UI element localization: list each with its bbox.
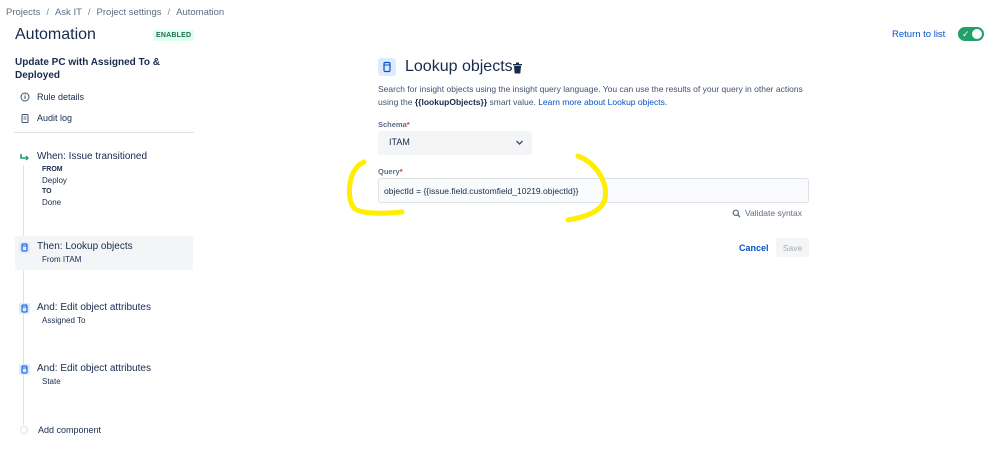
- schema-label: Schema*: [378, 120, 410, 129]
- rule-details-link[interactable]: Rule details: [20, 92, 84, 102]
- insight-object-icon: [19, 364, 30, 375]
- add-component-label: Add component: [38, 425, 102, 435]
- audit-log-link[interactable]: Audit log: [20, 113, 72, 123]
- step-detail: Done: [42, 198, 62, 207]
- step-edit-object-state[interactable]: And: Edit object attributes State: [15, 358, 193, 391]
- step-detail: TO: [42, 188, 52, 195]
- query-label: Query*: [378, 167, 403, 176]
- query-input[interactable]: objectId = {{issue.field.customfield_102…: [378, 178, 809, 203]
- step-detail: FROM: [42, 166, 63, 173]
- check-icon: ✓: [962, 29, 970, 39]
- rule-enabled-toggle[interactable]: ✓: [958, 27, 984, 41]
- sidebar-divider: [14, 132, 194, 133]
- chevron-down-icon: [516, 140, 523, 145]
- toggle-knob: [972, 29, 982, 39]
- smart-value: {{lookupObjects}}: [414, 97, 488, 107]
- panel-description: Search for insight objects using the ins…: [378, 83, 818, 109]
- breadcrumb-ask-it[interactable]: Ask IT: [55, 7, 82, 18]
- breadcrumb: Projects / Ask IT / Project settings / A…: [6, 7, 224, 18]
- breadcrumb-separator: /: [87, 7, 91, 18]
- breadcrumb-project-settings[interactable]: Project settings: [97, 7, 162, 18]
- insight-object-icon: [378, 58, 396, 76]
- trash-icon[interactable]: [512, 61, 523, 74]
- validate-syntax-label: Validate syntax: [745, 208, 803, 218]
- status-badge: ENABLED: [153, 30, 195, 41]
- learn-more-link[interactable]: Learn more about Lookup objects.: [538, 97, 667, 107]
- clipboard-icon: [20, 113, 30, 123]
- page-title: Automation: [15, 26, 96, 43]
- rule-name: Update PC with Assigned To & Deployed: [15, 57, 161, 81]
- info-icon: [20, 92, 30, 102]
- step-title: When: Issue transitioned: [37, 151, 148, 162]
- step-detail: Deploy: [42, 176, 67, 185]
- search-icon: [732, 209, 741, 217]
- save-button[interactable]: Save: [776, 238, 809, 257]
- panel-title: Lookup objects: [405, 58, 513, 75]
- audit-log-label: Audit log: [37, 113, 73, 123]
- rule-details-label: Rule details: [37, 92, 85, 102]
- step-lookup-objects[interactable]: Then: Lookup objects From ITAM: [15, 236, 193, 270]
- breadcrumb-projects[interactable]: Projects: [6, 7, 40, 18]
- cancel-button[interactable]: Cancel: [733, 238, 775, 257]
- schema-value: ITAM: [389, 137, 410, 147]
- breadcrumb-automation[interactable]: Automation: [176, 7, 224, 18]
- step-detail: Assigned To: [42, 316, 86, 325]
- schema-select[interactable]: ITAM: [378, 131, 532, 155]
- step-title: Then: Lookup objects: [37, 241, 133, 252]
- step-detail: State: [42, 377, 61, 386]
- step-title: And: Edit object attributes: [37, 363, 151, 374]
- description-text: smart value.: [487, 97, 539, 107]
- add-component-dot-icon: [20, 426, 28, 434]
- transition-icon: [19, 152, 30, 163]
- insight-object-icon: [19, 242, 30, 253]
- step-detail: From ITAM: [42, 255, 82, 264]
- return-to-list-link[interactable]: Return to list: [892, 29, 945, 40]
- insight-object-icon: [19, 303, 30, 314]
- step-trigger[interactable]: When: Issue transitioned FROM Deploy TO …: [15, 146, 193, 212]
- step-edit-object-assigned[interactable]: And: Edit object attributes Assigned To: [15, 297, 193, 330]
- add-component-button[interactable]: Add component: [20, 425, 101, 435]
- validate-syntax-button[interactable]: Validate syntax: [732, 208, 802, 218]
- breadcrumb-separator: /: [46, 7, 49, 18]
- breadcrumb-separator: /: [167, 7, 171, 18]
- step-title: And: Edit object attributes: [37, 302, 151, 313]
